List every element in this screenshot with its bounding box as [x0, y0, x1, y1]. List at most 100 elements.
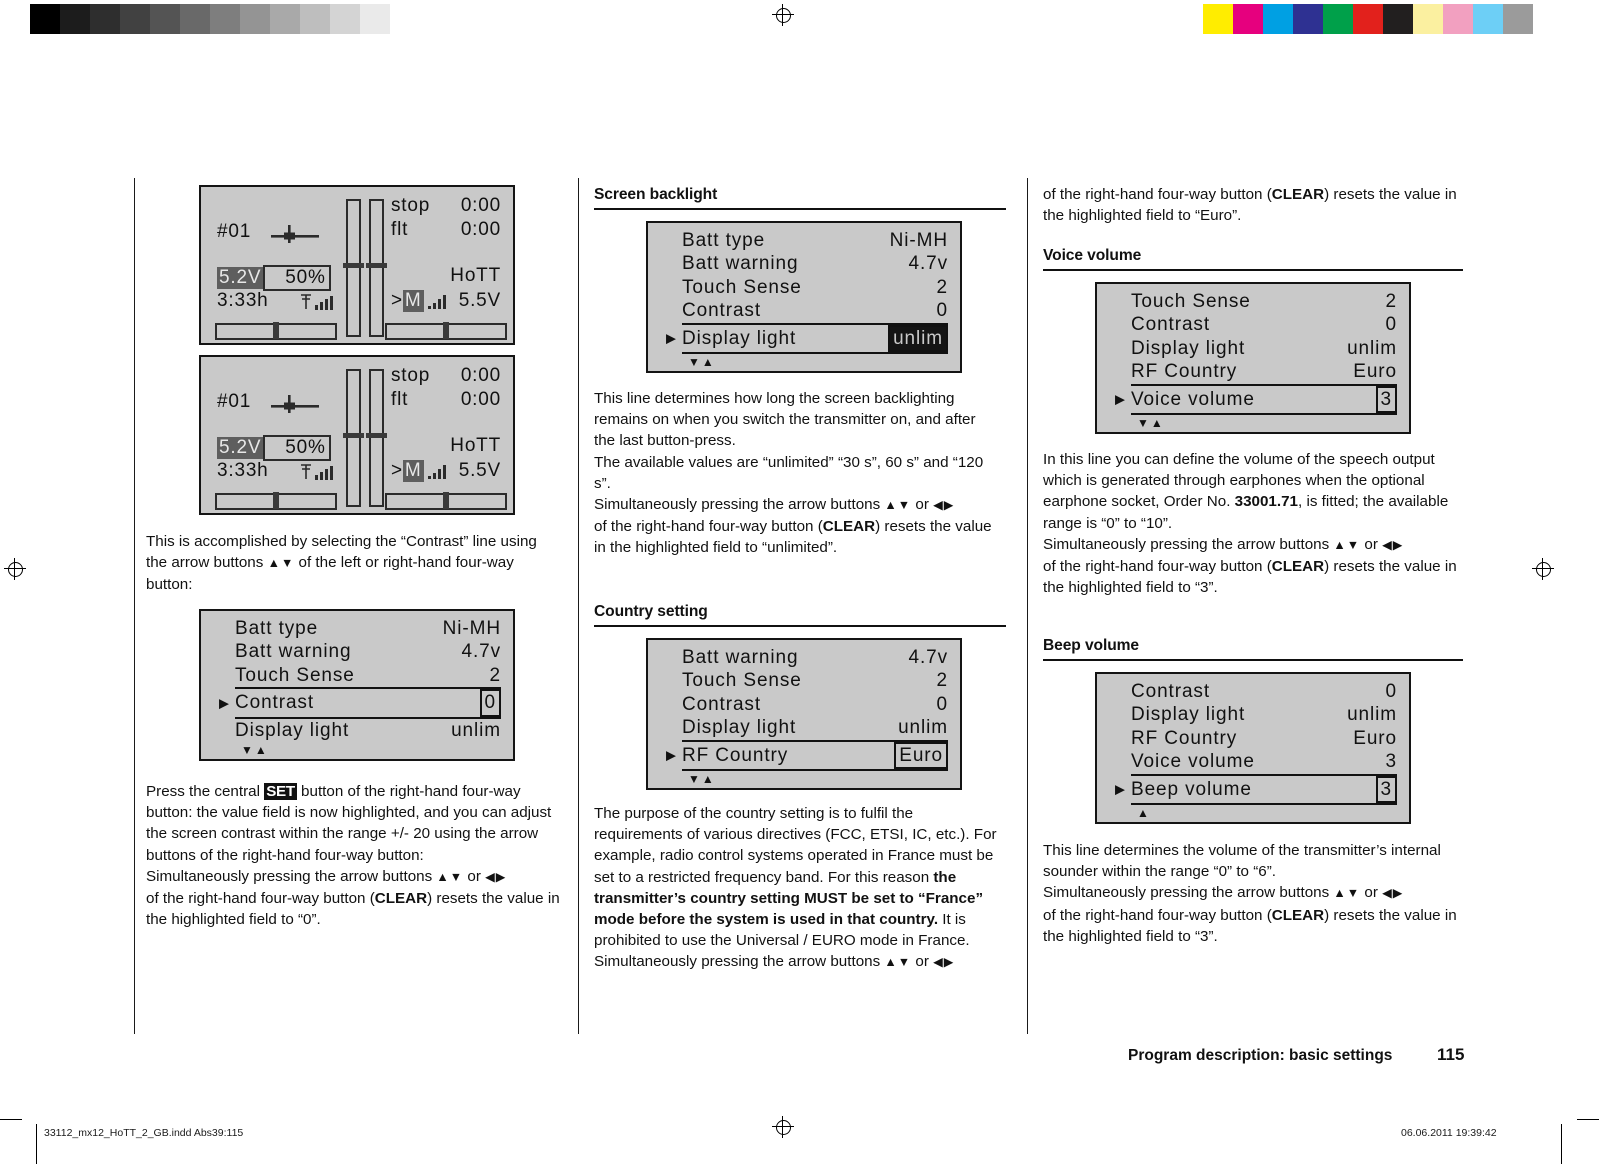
lcd-menu-label: Batt warning — [682, 647, 799, 668]
column-3-text-beep: This line determines the volume of the t… — [1043, 840, 1463, 947]
lcd-menu-row[interactable]: Display light unlim — [235, 719, 501, 742]
lcd-menu-value[interactable]: unlim — [1347, 337, 1397, 360]
lcd-menu-value[interactable]: 0 — [937, 299, 948, 322]
lcd-menu-row[interactable]: Contrast 0 — [1131, 680, 1397, 703]
arrow-left-right-icon: ◀▶ — [485, 869, 507, 884]
grey-swatch-12 — [390, 4, 420, 34]
lcd-menu-value[interactable]: 0 — [479, 689, 501, 717]
lcd-menu-label: Contrast — [1131, 314, 1211, 336]
lcd-menu-value[interactable]: 4.7v — [461, 640, 501, 663]
lcd-menu-row[interactable]: ▶ Contrast 0 — [219, 687, 501, 719]
lcd-menu-value[interactable]: 0 — [937, 693, 948, 716]
arrow-up-down-icon: ▲▼ — [884, 498, 912, 513]
lcd-menu-contrast: Batt type Ni-MH Batt warning 4.7v Touch Sens… — [199, 609, 515, 761]
lcd-menu-value[interactable]: Euro — [894, 741, 948, 770]
lcd-menu-label: Beep volume — [1131, 778, 1252, 800]
lcd-menu-row[interactable]: Batt warning 4.7v — [682, 646, 948, 669]
lcd-menu-beep-volume: Contrast 0 Display light unlim RF Country Eur… — [1095, 672, 1411, 824]
lcd-menu-row[interactable]: Voice volume 3 — [1131, 750, 1397, 773]
timer-label-flt: flt — [391, 219, 409, 240]
lcd-menu-row[interactable]: Batt warning 4.7v — [235, 640, 501, 663]
arrow-left-right-icon: ◀▶ — [1382, 537, 1404, 552]
lcd-menu-row[interactable]: ▶ Display light unlim — [666, 322, 948, 355]
column-rule-2 — [578, 178, 579, 1034]
lcd-menu-value[interactable]: Ni-MH — [443, 617, 501, 640]
timer-value-flt: 0:00 — [460, 389, 501, 410]
run-time: 3:33h — [217, 460, 269, 481]
lcd-menu-row[interactable]: Display light unlim — [682, 716, 948, 739]
lcd-menu-row[interactable]: Contrast 0 — [1131, 313, 1397, 336]
lcd-menu-value[interactable]: 3 — [1375, 385, 1397, 414]
lcd-menu-row[interactable]: Batt type Ni-MH — [235, 617, 501, 640]
color-swatch-3 — [1293, 4, 1323, 34]
text-run: of the right-hand four-way button ( — [1043, 906, 1272, 924]
lcd-menu-row[interactable]: Display light unlim — [1131, 337, 1397, 360]
lcd-status-screen-2: #01 stop 0:00 flt 0:00 5.2V 50% 3:33h Ho… — [199, 355, 515, 515]
lcd-menu-row[interactable]: Touch Sense 2 — [682, 276, 948, 299]
lcd-menu-row[interactable]: Batt type Ni-MH — [682, 229, 948, 252]
tx-voltage: 5.2V — [217, 267, 264, 289]
aeroplane-icon — [271, 225, 319, 243]
lcd-menu-label: Contrast — [235, 692, 315, 714]
lcd-menu-value[interactable]: 2 — [937, 276, 948, 299]
lcd-menu-row[interactable]: ▶ Beep volume 3 — [1115, 773, 1397, 806]
lcd-menu-value[interactable]: 3 — [1386, 750, 1397, 773]
lcd-menu-value[interactable]: Ni-MH — [890, 229, 948, 252]
text-run: of the right-hand four-way button ( — [594, 518, 823, 536]
lcd-menu-label: Display light — [682, 717, 797, 739]
lcd-menu-row[interactable]: Display light unlim — [1131, 703, 1397, 726]
lcd-menu-row[interactable]: Batt warning 4.7v — [682, 252, 948, 275]
color-swatch-8 — [1443, 4, 1473, 34]
lcd-menu-value[interactable]: Euro — [1353, 360, 1397, 383]
lcd-menu-value[interactable]: unlim — [451, 719, 501, 742]
grey-swatch-7 — [240, 4, 270, 34]
order-number: 33001.71 — [1234, 493, 1298, 511]
tx-capacity-percent: 50% — [263, 435, 331, 461]
lcd-menu-value[interactable]: 2 — [490, 664, 501, 687]
crop-mark-bottom-right — [1577, 1119, 1599, 1121]
text-run: Simultaneously pressing the arrow button… — [1043, 535, 1334, 553]
lcd-menu-row[interactable]: Touch Sense 2 — [235, 664, 501, 687]
lcd-menu-row[interactable]: ▶ Voice volume 3 — [1115, 383, 1397, 416]
text-run: Simultaneously pressing the arrow button… — [146, 867, 437, 885]
lcd-menu-row[interactable]: Touch Sense 2 — [1131, 290, 1397, 313]
manual-page: #01 stop 0:00 flt 0:00 5.2V 50% 3:33h Ho… — [0, 0, 1599, 1168]
lcd-menu-row[interactable]: ▶ RF Country Euro — [666, 739, 948, 772]
lcd-menu-value[interactable]: 4.7v — [908, 646, 948, 669]
text-run: or — [1360, 535, 1383, 553]
selection-cursor-icon: ▶ — [219, 695, 230, 711]
lcd-menu-value[interactable]: unlim — [1347, 703, 1397, 726]
lcd-menu-value[interactable]: 2 — [1386, 290, 1397, 313]
lcd-menu-value[interactable]: 2 — [937, 669, 948, 692]
lcd-menu-row[interactable]: Contrast 0 — [682, 299, 948, 322]
grey-swatch-2 — [90, 4, 120, 34]
lcd-menu-value[interactable]: 0 — [1386, 680, 1397, 703]
lcd-menu-value[interactable]: unlim — [898, 716, 948, 739]
crop-mark-vertical-left — [36, 1124, 38, 1164]
clear-key-label: CLEAR — [1271, 186, 1325, 203]
grey-swatch-1 — [60, 4, 90, 34]
grey-swatch-9 — [300, 4, 330, 34]
grey-swatch-11 — [360, 4, 390, 34]
stick-bar-right — [366, 369, 387, 507]
lcd-menu-value[interactable]: Euro — [1353, 727, 1397, 750]
lcd-menu-value[interactable]: 0 — [1386, 313, 1397, 336]
lcd-menu-row[interactable]: Touch Sense 2 — [682, 669, 948, 692]
color-swatch-0 — [1203, 4, 1233, 34]
lcd-menu-value[interactable]: unlim — [888, 324, 948, 353]
lcd-menu-label: Touch Sense — [682, 276, 802, 298]
rx-signal-icon — [427, 295, 446, 309]
lcd-menu-value[interactable]: 3 — [1375, 775, 1397, 804]
antenna-signal-icon — [301, 294, 333, 310]
lcd-menu-row[interactable]: Contrast 0 — [682, 693, 948, 716]
paragraph-backlight-clear: Simultaneously pressing the arrow button… — [594, 494, 1000, 559]
paragraph-press-set: Press the central SET button of the righ… — [146, 781, 564, 866]
rx-mode-badge: M — [402, 460, 424, 482]
lcd-menu-row[interactable]: RF Country Euro — [1131, 727, 1397, 750]
grey-swatch-6 — [210, 4, 240, 34]
lcd-menu-value[interactable]: 4.7v — [908, 252, 948, 275]
paragraph-contrast-intro: This is accomplished by selecting the “C… — [146, 531, 558, 596]
arrow-up-down-icon: ▲▼ — [1333, 537, 1361, 552]
column-3-text-voice: In this line you can define the volume o… — [1043, 449, 1463, 598]
lcd-menu-row[interactable]: RF Country Euro — [1131, 360, 1397, 383]
